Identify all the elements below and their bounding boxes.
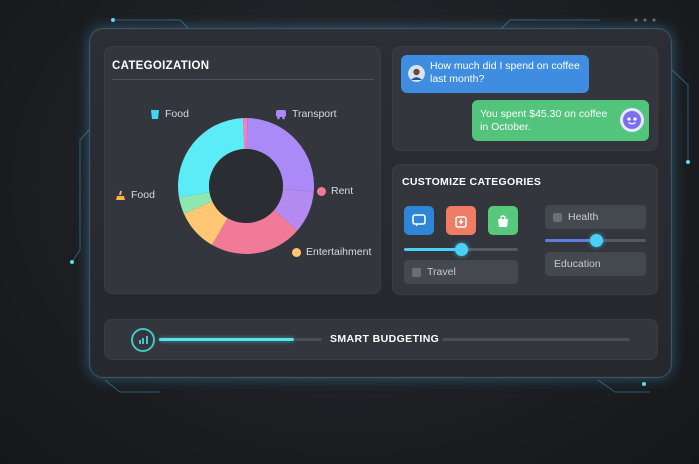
bot-avatar-icon (620, 108, 644, 132)
slider-fill (404, 248, 461, 251)
chat-question-bubble: How much did I spend on coffee last mont… (401, 55, 589, 93)
customize-categories-panel: CUSTOMIZE CATEGORIES Travel Health Educa… (392, 164, 658, 295)
chip-education[interactable]: Education (545, 252, 646, 276)
label-entertainment: Entertaihment (292, 246, 371, 258)
customize-title: CUSTOMIZE CATEGORIES (402, 176, 542, 188)
checkbox-icon (553, 212, 562, 222)
user-avatar (408, 65, 425, 82)
chip-travel[interactable]: Travel (404, 260, 518, 284)
category-basket-button[interactable] (488, 206, 518, 235)
smart-budgeting-label: SMART BUDGETING (330, 333, 440, 345)
donut-hole (209, 149, 283, 223)
budget-progress-track-right (442, 338, 630, 341)
bus-icon (276, 109, 286, 119)
checkbox-icon (412, 267, 421, 277)
chat-answer-bubble: You spent $45.30 on coffee in October. (472, 100, 649, 141)
category-wallet-button[interactable] (446, 206, 476, 235)
category-chat-button[interactable] (404, 206, 434, 235)
chart-bars-icon (131, 328, 155, 352)
chip-health[interactable]: Health (545, 205, 646, 229)
smart-budgeting-bar: SMART BUDGETING (104, 319, 658, 360)
slider-fill (545, 239, 596, 242)
chat-icon (412, 214, 426, 227)
dot-icon (317, 186, 326, 196)
category-slider-right[interactable] (545, 234, 646, 247)
basket-icon (498, 214, 508, 227)
category-slider-left[interactable] (404, 243, 518, 256)
label-food-left: Food (115, 189, 155, 201)
label-food-top: Food (150, 108, 189, 120)
cup-icon (151, 109, 159, 119)
label-rent: Rent (317, 185, 353, 197)
dot-icon (292, 247, 301, 257)
budget-progress-track (294, 338, 322, 341)
slider-thumb[interactable] (589, 234, 603, 247)
label-transport: Transport (275, 108, 337, 120)
budget-progress-fill (159, 338, 294, 341)
wallet-icon (455, 215, 467, 228)
categorization-panel: CATEGOIZATION Food Transport Food Rent E… (104, 46, 381, 294)
food-icon (116, 190, 125, 200)
dashboard-frame: CATEGOIZATION Food Transport Food Rent E… (89, 28, 672, 378)
slider-thumb[interactable] (455, 243, 468, 256)
chat-panel: How much did I spend on coffee last mont… (392, 46, 658, 151)
